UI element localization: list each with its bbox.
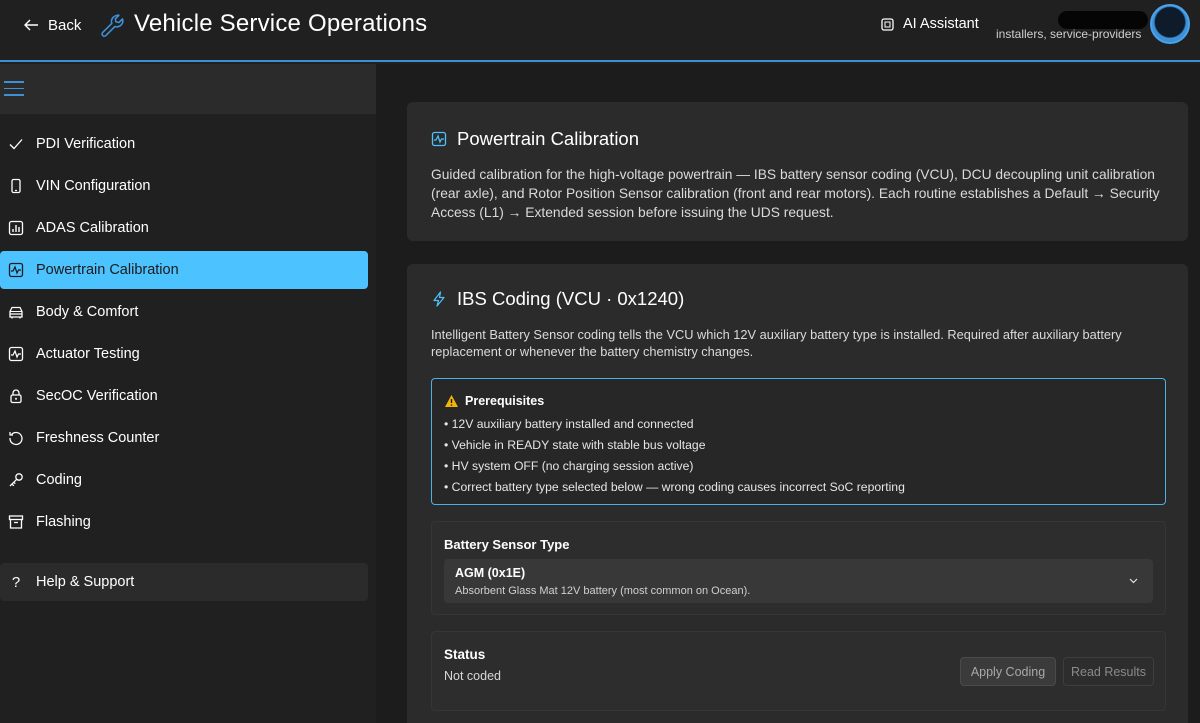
chevron-down-icon	[1129, 578, 1138, 584]
hamburger-menu-icon[interactable]	[4, 81, 24, 97]
sidebar-item-label: VIN Configuration	[36, 178, 151, 194]
sidebar-item-label: Help & Support	[36, 574, 135, 590]
prerequisites-header: Prerequisites	[444, 392, 1153, 410]
battery-sensor-value: AGM (0x1E)	[455, 566, 526, 580]
read-results-button[interactable]: Read Results	[1063, 657, 1154, 686]
lock-icon	[8, 388, 24, 404]
battery-sensor-section: Battery Sensor Type AGM (0x1E) Absorbent…	[431, 521, 1166, 615]
list-item: HV system OFF (no charging session activ…	[444, 456, 1153, 477]
phone-icon	[8, 178, 24, 194]
sidebar-item-pdi-verification[interactable]: PDI Verification	[0, 125, 368, 163]
sidebar-item-powertrain-calibration[interactable]: Powertrain Calibration	[0, 251, 368, 289]
sidebar-item-coding[interactable]: Coding	[0, 461, 368, 499]
sidebar-item-label: Actuator Testing	[36, 346, 140, 362]
list-item: Vehicle in READY state with stable bus v…	[444, 435, 1153, 456]
overview-title: Powertrain Calibration	[457, 128, 640, 149]
battery-sensor-description: Absorbent Glass Mat 12V battery (most co…	[455, 585, 751, 597]
prerequisites-title: Prerequisites	[465, 394, 545, 408]
overview-description: Guided calibration for the high-voltage …	[431, 167, 1160, 220]
status-value: Not coded	[444, 669, 501, 683]
sidebar-item-vin-configuration[interactable]: VIN Configuration	[0, 167, 368, 205]
ai-assistant-label: AI Assistant	[903, 16, 979, 32]
check-icon	[8, 136, 24, 152]
lightning-icon	[433, 291, 445, 307]
sidebar-item-label: Flashing	[36, 514, 91, 530]
back-label: Back	[48, 16, 82, 34]
sidebar-item-label: Powertrain Calibration	[36, 262, 179, 278]
sidebar-item-label: Freshness Counter	[36, 430, 160, 446]
sidebar-header	[0, 64, 376, 114]
sidebar-item-label: SecOC Verification	[36, 388, 158, 404]
ibs-description: Intelligent Battery Sensor coding tells …	[431, 327, 1122, 359]
ibs-title: IBS Coding (VCU · 0x1240)	[457, 288, 685, 309]
chip-icon	[881, 17, 894, 31]
wrench-icon	[101, 14, 124, 37]
pulse-icon	[431, 131, 447, 147]
apply-coding-button[interactable]: Apply Coding	[960, 657, 1056, 686]
sidebar-item-freshness-counter[interactable]: Freshness Counter	[0, 419, 368, 457]
ai-assistant-button[interactable]: AI Assistant	[880, 16, 979, 32]
list-item: Correct battery type selected below — wr…	[444, 477, 1153, 498]
arrow-left-icon	[24, 19, 38, 31]
refresh-icon	[8, 430, 24, 446]
pulse-icon	[8, 262, 24, 278]
sidebar-item-body-comfort[interactable]: Body & Comfort	[0, 293, 368, 331]
status-label: Status	[444, 647, 486, 662]
ibs-header: IBS Coding (VCU · 0x1240)	[431, 288, 684, 310]
sidebar-item-actuator-testing[interactable]: Actuator Testing	[0, 335, 368, 373]
sidebar-item-label: PDI Verification	[36, 136, 136, 152]
app-title: Vehicle Service Operations	[134, 10, 428, 37]
prerequisites-list: 12V auxiliary battery installed and conn…	[444, 414, 1153, 498]
overview-card: Powertrain Calibration Guided calibratio…	[407, 102, 1188, 241]
sidebar-item-flashing[interactable]: Flashing	[0, 503, 368, 541]
chart-icon	[8, 220, 24, 236]
key-icon	[8, 472, 24, 488]
back-button[interactable]: Back	[22, 14, 81, 36]
user-role: installers, service-providers	[996, 27, 1142, 41]
battery-sensor-select[interactable]: AGM (0x1E) Absorbent Glass Mat 12V batte…	[444, 559, 1153, 603]
sidebar: PDI Verification VIN Configuration ADAS …	[0, 64, 376, 723]
warning-icon	[445, 395, 458, 407]
avatar[interactable]	[1150, 4, 1190, 44]
sidebar-item-help-support[interactable]: ? Help & Support	[0, 563, 368, 601]
title-bar: Back Vehicle Service Operations AI Assis…	[0, 0, 1200, 62]
sidebar-item-label: ADAS Calibration	[36, 220, 149, 236]
sidebar-item-label: Body & Comfort	[36, 304, 139, 320]
ibs-coding-card: IBS Coding (VCU · 0x1240) Intelligent Ba…	[407, 264, 1188, 723]
main-content: Powertrain Calibration Guided calibratio…	[376, 64, 1200, 723]
car-icon	[8, 304, 24, 320]
prerequisites-box: Prerequisites 12V auxiliary battery inst…	[431, 378, 1166, 505]
sidebar-item-secoc-verification[interactable]: SecOC Verification	[0, 377, 368, 415]
list-item: 12V auxiliary battery installed and conn…	[444, 414, 1153, 435]
overview-header: Powertrain Calibration	[431, 128, 639, 150]
pulse-box-icon	[8, 346, 24, 362]
battery-sensor-label: Battery Sensor Type	[444, 537, 570, 552]
sidebar-item-adas-calibration[interactable]: ADAS Calibration	[0, 209, 368, 247]
question-icon: ?	[11, 573, 21, 591]
archive-icon	[8, 514, 24, 530]
sidebar-item-label: Coding	[36, 472, 82, 488]
status-section: Status Not coded Apply Coding Read Resul…	[431, 631, 1166, 711]
